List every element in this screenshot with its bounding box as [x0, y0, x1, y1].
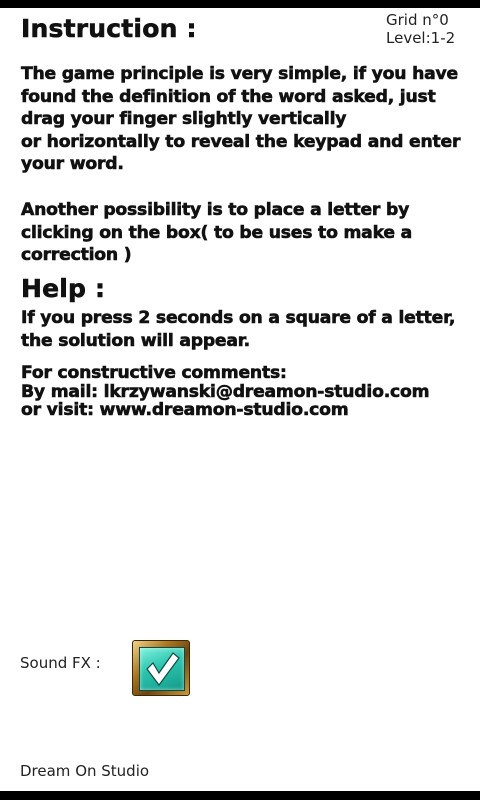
text-line: correction ) [21, 245, 132, 266]
help-paragraph: If you press 2 seconds on a square of a … [21, 307, 461, 352]
text-line: If you press 2 seconds on a square of a … [21, 308, 456, 329]
footer-credit: Dream On Studio [20, 762, 150, 780]
contact-info: For constructive comments: By mail: lkrz… [21, 364, 461, 420]
grid-label: Grid n°0 [386, 11, 449, 29]
instruction-paragraph-2: Another possibility is to place a letter… [21, 199, 461, 267]
sound-fx-checkbox[interactable] [132, 640, 190, 696]
grid-level-info: Grid n°0 Level:1-2 [386, 11, 455, 47]
text-line: The game principle is very simple, if yo… [21, 64, 459, 85]
checkmark-icon [146, 652, 180, 687]
sound-fx-label: Sound FX : [20, 654, 101, 672]
text-line: For constructive comments: [21, 363, 287, 383]
navigation-bar [0, 791, 480, 800]
text-line: the solution will appear. [21, 330, 251, 351]
text-line: your word. [21, 154, 125, 175]
text-line: clicking on the box( to be uses to make … [21, 222, 413, 243]
help-title: Help : [21, 274, 106, 304]
page-title: Instruction : [21, 14, 197, 44]
text-line: or horizontally to reveal the keypad and… [21, 131, 461, 152]
text-line: drag your finger slightly vertically [21, 109, 347, 130]
status-bar [0, 0, 480, 8]
instruction-paragraph-1: The game principle is very simple, if yo… [21, 63, 461, 176]
text-line: Another possibility is to place a letter… [21, 200, 410, 221]
contact-website: or visit: www.dreamon-studio.com [21, 400, 349, 421]
contact-email: By mail: lkrzywanski@dreamon-studio.com [21, 381, 430, 402]
level-label: Level:1-2 [386, 29, 456, 47]
text-line: found the definition of the word asked, … [21, 86, 436, 107]
